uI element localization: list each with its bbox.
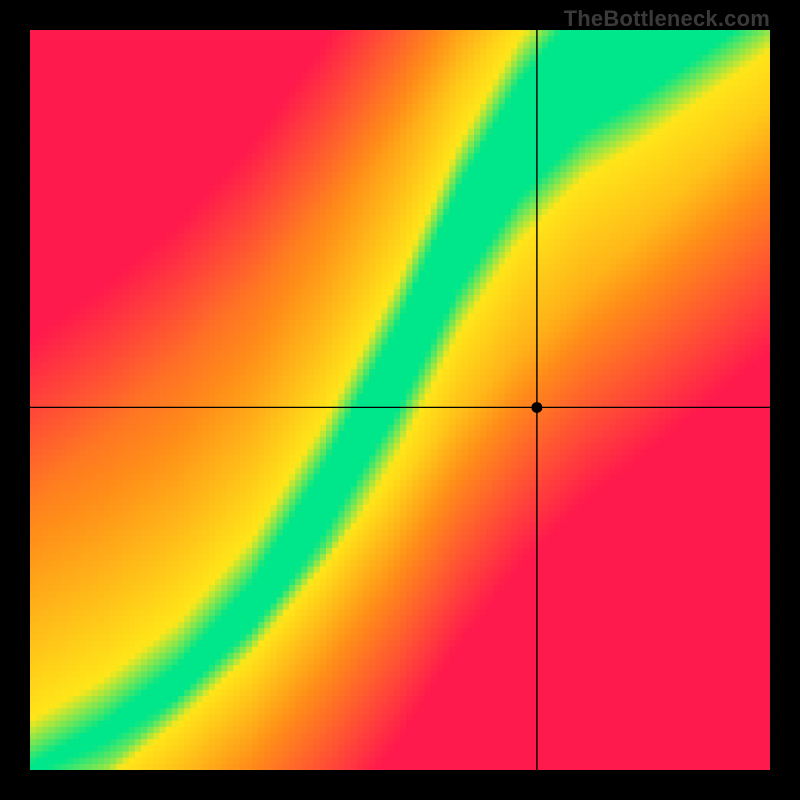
heatmap-canvas xyxy=(30,30,770,770)
watermark-text: TheBottleneck.com xyxy=(564,6,770,32)
chart-frame: TheBottleneck.com xyxy=(0,0,800,800)
